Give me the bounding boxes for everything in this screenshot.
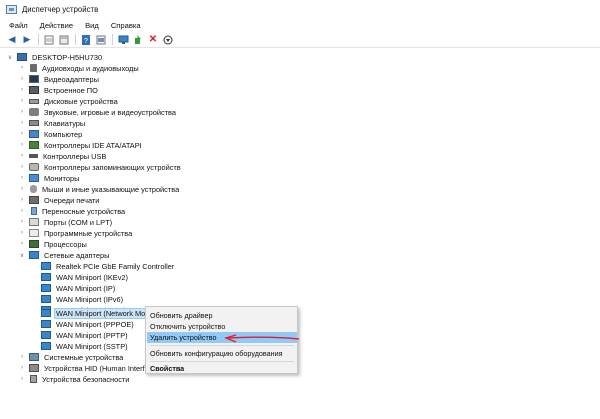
menu-action[interactable]: Действие: [34, 21, 79, 30]
hid-icon: [29, 364, 39, 372]
network-adapter-icon: [41, 342, 51, 350]
chevron-right-icon[interactable]: ›: [18, 365, 26, 371]
device-tree-lower: WAN Miniport (Network Mo WAN Miniport (P…: [0, 50, 600, 419]
toolbar-separator: [38, 34, 39, 45]
refresh-view-icon[interactable]: [58, 34, 70, 46]
remove-device-icon[interactable]: ✕: [147, 34, 159, 46]
system-device-icon: [29, 353, 39, 361]
menu-view[interactable]: Вид: [79, 21, 105, 30]
menu-item-properties[interactable]: Свойства: [147, 363, 297, 374]
toolbar-separator: [75, 34, 76, 45]
monitor-scan-icon[interactable]: [117, 34, 129, 46]
tree-category[interactable]: › Устройства HID (Human Interfa: [18, 363, 150, 373]
tree-device-selected[interactable]: WAN Miniport (Network Mo: [30, 307, 148, 319]
title-bar: Диспетчер устройств: [0, 0, 600, 18]
menu-item-scan-hardware[interactable]: Обновить конфигурацию оборудования: [147, 348, 297, 359]
menu-separator: [150, 361, 294, 362]
menu-file[interactable]: Файл: [0, 21, 34, 30]
security-device-icon: [30, 375, 37, 383]
menu-help[interactable]: Справка: [105, 21, 147, 30]
network-adapter-icon: [41, 320, 51, 328]
menu-separator: [150, 345, 294, 346]
context-menu: Обновить драйвер Отключить устройство Уд…: [145, 306, 298, 374]
toolbar: ◀ ▶ ? ✕: [0, 32, 600, 48]
chevron-right-icon[interactable]: ›: [18, 376, 26, 382]
window-title: Диспетчер устройств: [22, 4, 99, 14]
menu-bar: Файл Действие Вид Справка: [0, 19, 600, 32]
tree-device[interactable]: WAN Miniport (PPPOE): [30, 319, 135, 329]
menu-item-uninstall-device[interactable]: Удалить устройство: [147, 332, 297, 343]
tree-category[interactable]: › Устройства безопасности: [18, 374, 130, 384]
device-list-icon[interactable]: [95, 34, 107, 46]
device-manager-icon: [6, 4, 17, 14]
svg-text:?: ?: [84, 38, 88, 45]
network-adapter-icon: [41, 331, 51, 339]
tree-category[interactable]: › Системные устройства: [18, 352, 124, 362]
network-adapter-icon: [41, 309, 51, 317]
add-driver-icon[interactable]: [132, 34, 144, 46]
properties-view-icon[interactable]: [43, 34, 55, 46]
back-arrow-icon[interactable]: ◀: [6, 34, 18, 46]
help-icon[interactable]: ?: [80, 34, 92, 46]
menu-item-update-driver[interactable]: Обновить драйвер: [147, 310, 297, 321]
update-driver-icon[interactable]: [162, 34, 174, 46]
tree-device[interactable]: WAN Miniport (PPTP): [30, 330, 129, 340]
forward-arrow-icon[interactable]: ▶: [21, 34, 33, 46]
tree-device[interactable]: WAN Miniport (SSTP): [30, 341, 129, 351]
chevron-right-icon[interactable]: ›: [18, 354, 26, 360]
toolbar-separator: [112, 34, 113, 45]
menu-item-disable-device[interactable]: Отключить устройство: [147, 321, 297, 332]
